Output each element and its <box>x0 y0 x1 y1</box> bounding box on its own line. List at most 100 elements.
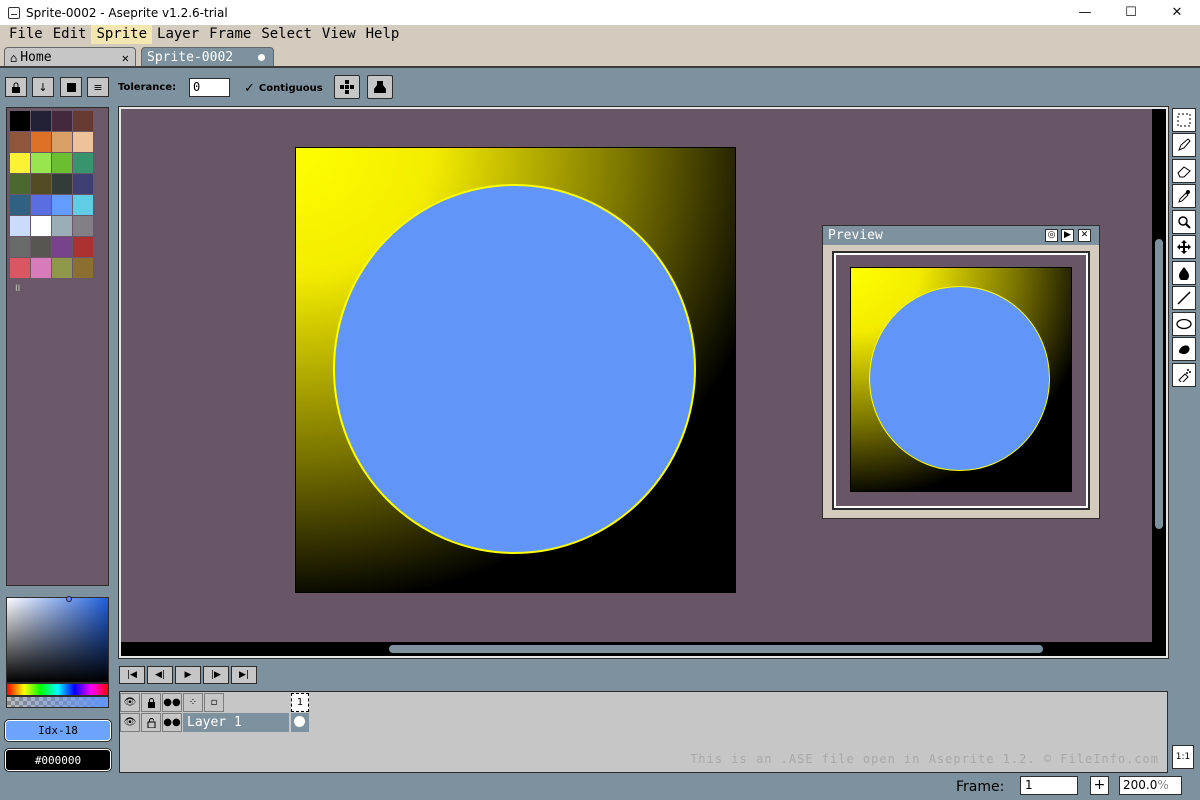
palette-swatch[interactable] <box>10 174 30 194</box>
last-frame-icon[interactable]: ▶| <box>231 666 257 684</box>
lock-icon[interactable] <box>5 77 27 97</box>
palette-swatch[interactable] <box>31 237 51 257</box>
palette-swatch[interactable] <box>52 216 72 236</box>
horizontal-scrollbar[interactable] <box>121 642 1166 656</box>
frame-input[interactable]: 1 <box>1020 776 1078 795</box>
eraser-icon[interactable] <box>1172 159 1196 183</box>
zoom-input[interactable]: 200.0% <box>1119 776 1182 795</box>
palette-swatch[interactable] <box>73 216 93 236</box>
palette-swatch[interactable] <box>10 195 30 215</box>
square-icon[interactable] <box>60 77 82 97</box>
palette-swatch[interactable] <box>73 237 93 257</box>
zoom-reset-button[interactable]: 1:1 <box>1172 745 1194 769</box>
continuous-header-icon[interactable]: ●● <box>162 693 182 712</box>
palette-swatch[interactable] <box>52 132 72 152</box>
palette-swatch[interactable] <box>10 132 30 152</box>
layer-visibility-icon[interactable]: 👁 <box>120 713 140 732</box>
vertical-scroll-thumb[interactable] <box>1155 239 1163 529</box>
alpha-slider[interactable] <box>6 696 109 708</box>
spray-icon[interactable] <box>1172 363 1196 387</box>
horizontal-scroll-thumb[interactable] <box>389 645 1043 653</box>
layer-continuous-icon[interactable]: ●● <box>162 713 182 732</box>
blur-icon[interactable] <box>1172 337 1196 361</box>
layer-lock-icon[interactable] <box>141 713 161 732</box>
palette-swatch[interactable] <box>73 132 93 152</box>
palette-swatch[interactable] <box>10 258 30 278</box>
modified-dot-icon[interactable] <box>258 54 265 61</box>
palette-swatch[interactable] <box>10 216 30 236</box>
canvas-workspace[interactable]: Preview ◎ ▶ ✕ <box>118 106 1169 659</box>
menu-frame[interactable]: Frame <box>204 25 256 44</box>
line-icon[interactable] <box>1172 286 1196 310</box>
ellipse-icon[interactable] <box>1172 312 1196 336</box>
palette-swatch[interactable] <box>31 174 51 194</box>
tab-sprite[interactable]: Sprite-0002 <box>141 47 274 67</box>
move-icon[interactable] <box>1172 235 1196 259</box>
palette-swatch[interactable] <box>73 153 93 173</box>
palette-swatch[interactable] <box>31 258 51 278</box>
palette-swatch[interactable] <box>52 237 72 257</box>
hue-slider[interactable] <box>6 683 109 696</box>
menu-file[interactable]: File <box>4 25 48 44</box>
menu-sprite[interactable]: Sprite <box>91 25 153 44</box>
layer-name[interactable]: Layer 1 <box>183 713 289 732</box>
onion-skin-icon[interactable]: ▫ <box>204 693 224 712</box>
pencil-icon[interactable] <box>1172 133 1196 157</box>
eyedropper-icon[interactable] <box>1172 184 1196 208</box>
menu-select[interactable]: Select <box>256 25 317 44</box>
palette-swatch[interactable] <box>73 258 93 278</box>
palette-swatch[interactable] <box>52 111 72 131</box>
background-color-button[interactable]: #000000 <box>4 748 112 772</box>
palette-swatch[interactable] <box>52 195 72 215</box>
menu-layer[interactable]: Layer <box>152 25 204 44</box>
palette-swatch[interactable] <box>73 111 93 131</box>
menu-lines-icon[interactable]: ≡ <box>87 77 109 97</box>
menu-help[interactable]: Help <box>361 25 405 44</box>
color-spectrum[interactable] <box>6 597 109 683</box>
tab-home[interactable]: ⌂ Home ✕ <box>4 47 136 67</box>
visibility-header-icon[interactable]: 👁 <box>120 693 140 712</box>
palette-swatch[interactable] <box>52 153 72 173</box>
first-frame-icon[interactable]: |◀ <box>119 666 145 684</box>
lock-header-icon[interactable] <box>141 693 161 712</box>
foreground-color-button[interactable]: Idx-18 <box>4 719 112 742</box>
palette-swatch[interactable] <box>73 174 93 194</box>
previous-frame-icon[interactable]: ◀| <box>147 666 173 684</box>
preview-play-icon[interactable]: ▶ <box>1061 229 1074 242</box>
tolerance-input[interactable]: 0 <box>189 78 230 97</box>
play-icon[interactable]: ▶ <box>175 666 201 684</box>
contiguous-checkbox[interactable]: ✓ Contiguous <box>244 81 323 96</box>
fill-mode-icon[interactable] <box>367 75 393 99</box>
minimize-button[interactable]: — <box>1062 0 1108 25</box>
sprite-canvas[interactable] <box>295 147 736 593</box>
vertical-scrollbar[interactable] <box>1152 109 1166 656</box>
palette-swatch[interactable] <box>10 153 30 173</box>
preview-close-icon[interactable]: ✕ <box>1078 229 1091 242</box>
palette-swatch[interactable] <box>31 153 51 173</box>
pixel-connectivity-icon[interactable] <box>334 75 360 99</box>
palette-swatch[interactable] <box>52 174 72 194</box>
palette-swatch[interactable] <box>31 132 51 152</box>
arrow-down-icon[interactable]: ↓ <box>32 77 54 97</box>
palette-swatch[interactable] <box>73 195 93 215</box>
palette-swatch[interactable] <box>10 111 30 131</box>
tab-close-icon[interactable]: ✕ <box>122 51 129 65</box>
palette-swatch[interactable] <box>31 216 51 236</box>
add-frame-button[interactable]: + <box>1090 776 1109 795</box>
preview-center-icon[interactable]: ◎ <box>1045 229 1058 242</box>
rectangular-marquee-icon[interactable] <box>1172 108 1196 132</box>
zoom-icon[interactable] <box>1172 210 1196 234</box>
layer-link-icon[interactable]: ⁘ <box>183 693 203 712</box>
palette-swatch[interactable] <box>31 111 51 131</box>
palette-swatch[interactable] <box>52 258 72 278</box>
close-button[interactable]: ✕ <box>1154 0 1200 25</box>
menu-view[interactable]: View <box>317 25 361 44</box>
palette-swatch[interactable] <box>31 195 51 215</box>
next-frame-icon[interactable]: |▶ <box>203 666 229 684</box>
maximize-button[interactable]: ☐ <box>1108 0 1154 25</box>
menu-edit[interactable]: Edit <box>48 25 92 44</box>
color-spectrum-cursor[interactable] <box>66 596 72 602</box>
frame-header[interactable]: 1 <box>291 693 309 712</box>
palette-resize-handle[interactable]: II <box>15 284 20 294</box>
paint-bucket-icon[interactable] <box>1172 261 1196 285</box>
